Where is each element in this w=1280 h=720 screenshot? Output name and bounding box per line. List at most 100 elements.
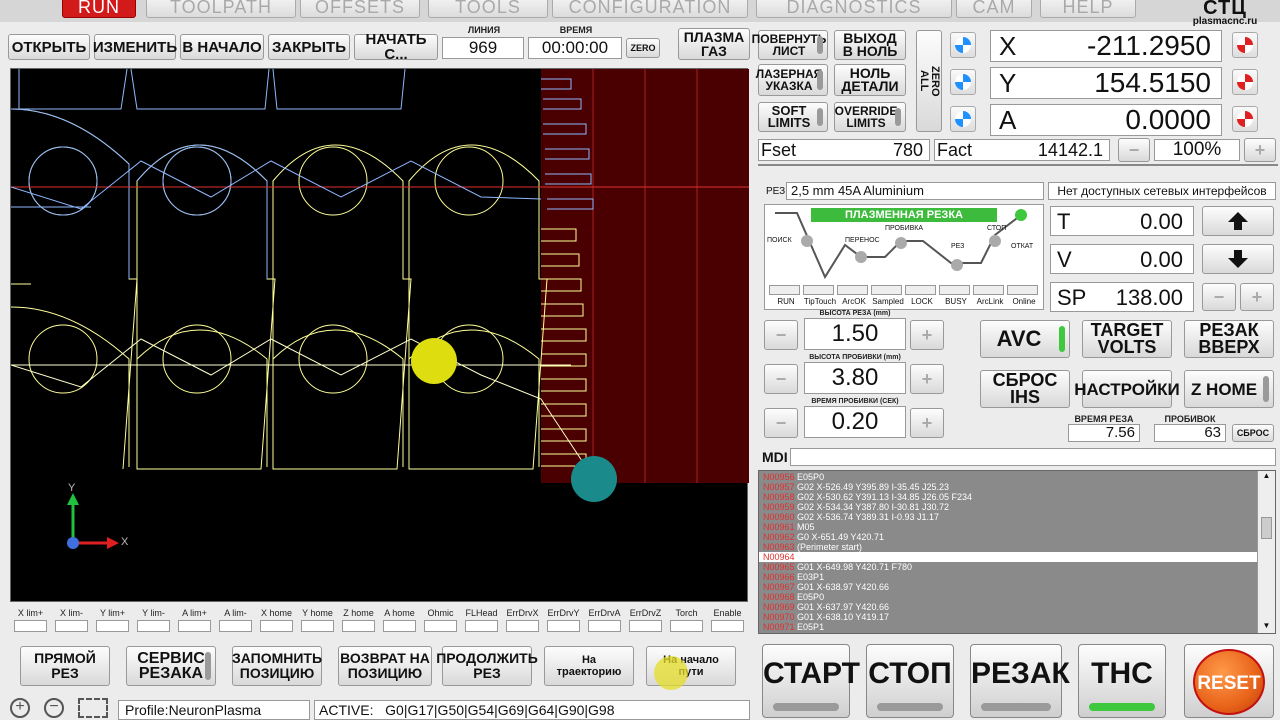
open-button[interactable]: ОТКРЫТЬ xyxy=(8,34,90,60)
dro-a[interactable]: A 0.0000 xyxy=(990,104,1222,136)
tab-configuration[interactable]: CONFIGURATION xyxy=(552,0,748,18)
thc-down-button[interactable] xyxy=(1202,244,1274,274)
gcode-line[interactable]: N00956 E05P0 xyxy=(759,472,1275,482)
gcode-line[interactable]: N00969 G01 X-637.97 Y420.66 xyxy=(759,602,1275,612)
avc-button[interactable]: AVC xyxy=(980,320,1070,358)
gcode-line[interactable]: N00958 G02 X-530.62 Y391.13 I-34.85 J26.… xyxy=(759,492,1275,502)
tab-diagnostics[interactable]: DIAGNOSTICS xyxy=(756,0,952,18)
param-value[interactable]: 1.50 xyxy=(804,318,906,350)
ihs-reset-button[interactable]: СБРОС IHS xyxy=(980,370,1070,408)
torch-up-button[interactable]: РЕЗАК ВВЕРХ xyxy=(1184,320,1274,358)
ref-axis-icon[interactable] xyxy=(1232,106,1258,132)
thc-up-button[interactable] xyxy=(1202,206,1274,236)
param-value[interactable]: 0.20 xyxy=(804,406,906,438)
gcode-line[interactable]: N00957 G02 X-526.49 Y395.89 I-35.45 J25.… xyxy=(759,482,1275,492)
gcode-line[interactable]: N00972 G01 X-652.79 Y261.81 xyxy=(759,632,1275,633)
material-field[interactable]: 2,5 mm 45A Aluminium xyxy=(786,182,1044,200)
gcode-line[interactable]: N00970 G01 X-638.10 Y419.17 xyxy=(759,612,1275,622)
torch-button[interactable]: РЕЗАК xyxy=(970,644,1070,718)
scroll-up-icon[interactable]: ▲ xyxy=(1258,471,1275,485)
target-volts-button[interactable]: TARGET VOLTS xyxy=(1082,320,1172,358)
tab-offsets[interactable]: OFFSETS xyxy=(300,0,420,18)
gcode-scrollbar[interactable]: ▲ ▼ xyxy=(1257,471,1275,633)
gcode-line[interactable]: N00971 E05P1 xyxy=(759,622,1275,632)
ref-axis-icon[interactable] xyxy=(1232,32,1258,58)
return-position-button[interactable]: ВОЗВРАТ НА ПОЗИЦИЮ xyxy=(338,646,432,686)
stats-reset-button[interactable]: СБРОС xyxy=(1232,424,1274,442)
gcode-line[interactable]: N00965 G01 X-649.98 Y420.71 F780 xyxy=(759,562,1275,572)
gcode-line[interactable]: N00961 M05 xyxy=(759,522,1275,532)
param-decrease-button[interactable]: − xyxy=(764,364,798,394)
gcode-line[interactable]: N00967 G01 X-638.97 Y420.66 xyxy=(759,582,1275,592)
gcode-line[interactable]: N00968 E05P0 xyxy=(759,592,1275,602)
thc-button[interactable]: THC xyxy=(1078,644,1166,718)
gcode-line[interactable]: N00963 (Perimeter start) xyxy=(759,542,1275,552)
scroll-thumb[interactable] xyxy=(1261,517,1272,539)
param-decrease-button[interactable]: − xyxy=(764,320,798,350)
zoom-in-icon[interactable]: + xyxy=(10,698,30,718)
remember-position-button[interactable]: ЗАПОМНИТЬ ПОЗИЦИЮ xyxy=(232,646,322,686)
ref-axis-icon[interactable] xyxy=(1232,69,1258,95)
mdi-input[interactable] xyxy=(790,448,1276,466)
feed-increase-button[interactable]: + xyxy=(1244,138,1276,162)
tab-run[interactable]: RUN xyxy=(62,0,136,18)
direct-cut-button[interactable]: ПРЯМОЙ РЕЗ xyxy=(20,646,110,686)
gcode-line[interactable]: N00960 G02 X-536.74 Y389.31 I-0.93 J1.17 xyxy=(759,512,1275,522)
zero-axis-icon[interactable] xyxy=(950,32,976,58)
sp-decrease-button[interactable]: − xyxy=(1202,283,1236,311)
laser-pointer-button[interactable]: ЛАЗЕРНАЯ УКАЗКА xyxy=(756,64,828,96)
start-from-button[interactable]: НАЧАТЬ С... xyxy=(354,32,438,62)
continue-cut-button[interactable]: ПРОДОЛЖИТЬ РЕЗ xyxy=(436,646,538,686)
close-button[interactable]: ЗАКРЫТЬ xyxy=(268,34,350,60)
param-decrease-button[interactable]: − xyxy=(764,408,798,438)
goto-zero-button[interactable]: ВЫХОД В НОЛЬ xyxy=(834,30,906,60)
feed-decrease-button[interactable]: − xyxy=(1118,138,1150,162)
to-path-button[interactable]: На траекторию xyxy=(544,646,634,686)
gcode-listing[interactable]: N00956 E05P0 N00957 G02 X-526.49 Y395.89 … xyxy=(758,470,1276,634)
gcode-line[interactable]: N00966 E03P1 xyxy=(759,572,1275,582)
part-zero-button[interactable]: НОЛЬ ДЕТАЛИ xyxy=(834,64,906,96)
param-label: ВРЕМЯ ПРОБИВКИ (СЕК) xyxy=(811,398,899,405)
gcode-line[interactable]: N00964 xyxy=(759,552,1275,562)
edit-button[interactable]: ИЗМЕНИТЬ xyxy=(93,34,177,60)
z-home-button[interactable]: Z HOME xyxy=(1184,370,1274,408)
feed-override-field[interactable]: 100% xyxy=(1154,139,1240,161)
override-limits-button[interactable]: OVERRIDE LIMITS xyxy=(834,102,906,132)
fit-view-icon[interactable] xyxy=(78,698,108,718)
zero-axis-icon[interactable] xyxy=(950,106,976,132)
sp-increase-button[interactable]: + xyxy=(1240,283,1274,311)
time-zero-button[interactable]: ZERO xyxy=(626,38,660,58)
param-value[interactable]: 3.80 xyxy=(804,362,906,394)
rewind-button[interactable]: В НАЧАЛО xyxy=(180,34,264,60)
reset-button[interactable]: RESET xyxy=(1193,649,1265,715)
dro-y[interactable]: Y 154.5150 xyxy=(990,67,1222,99)
status-led-label: BUSY xyxy=(945,297,967,306)
torch-service-button[interactable]: СЕРВИС РЕЗАКА xyxy=(126,646,216,686)
plasma-gas-button[interactable]: ПЛАЗМА ГАЗ xyxy=(678,28,750,60)
start-label: СТАРТ xyxy=(763,657,860,690)
scroll-down-icon[interactable]: ▼ xyxy=(1258,621,1275,633)
active-label: ACTIVE: xyxy=(319,702,374,718)
tab-tools[interactable]: TOOLS xyxy=(428,0,548,18)
settings-button[interactable]: НАСТРОЙКИ xyxy=(1074,370,1180,408)
soft-limits-button[interactable]: SOFT LIMITS xyxy=(758,102,828,132)
dro-x[interactable]: X -211.2950 xyxy=(990,30,1222,62)
param-increase-button[interactable]: + xyxy=(910,408,944,438)
param-increase-button[interactable]: + xyxy=(910,320,944,350)
stop-button[interactable]: СТОП xyxy=(866,644,954,718)
gcode-line[interactable]: N00962 G0 X-651.49 Y420.71 xyxy=(759,532,1275,542)
tab-toolpath[interactable]: TOOLPATH xyxy=(146,0,296,18)
param-increase-button[interactable]: + xyxy=(910,364,944,394)
limit-label: ErrDrvZ xyxy=(629,608,662,618)
start-button[interactable]: СТАРТ xyxy=(762,644,860,718)
zero-all-button[interactable]: ZERO ALL xyxy=(916,30,942,132)
toolpath-view[interactable]: Y X xyxy=(10,68,749,602)
tab-help[interactable]: HELP xyxy=(1040,0,1136,18)
gcode-line[interactable]: N00959 G02 X-534.34 Y387.80 I-30.81 J30.… xyxy=(759,502,1275,512)
rotate-sheet-button[interactable]: ПОВЕРНУТЬ ЛИСТ xyxy=(752,30,828,60)
line-field[interactable]: 969 xyxy=(442,37,524,59)
tab-cam[interactable]: CAM xyxy=(956,0,1032,18)
zero-axis-icon[interactable] xyxy=(950,69,976,95)
status-led xyxy=(1007,285,1038,295)
zoom-out-icon[interactable]: − xyxy=(44,698,64,718)
